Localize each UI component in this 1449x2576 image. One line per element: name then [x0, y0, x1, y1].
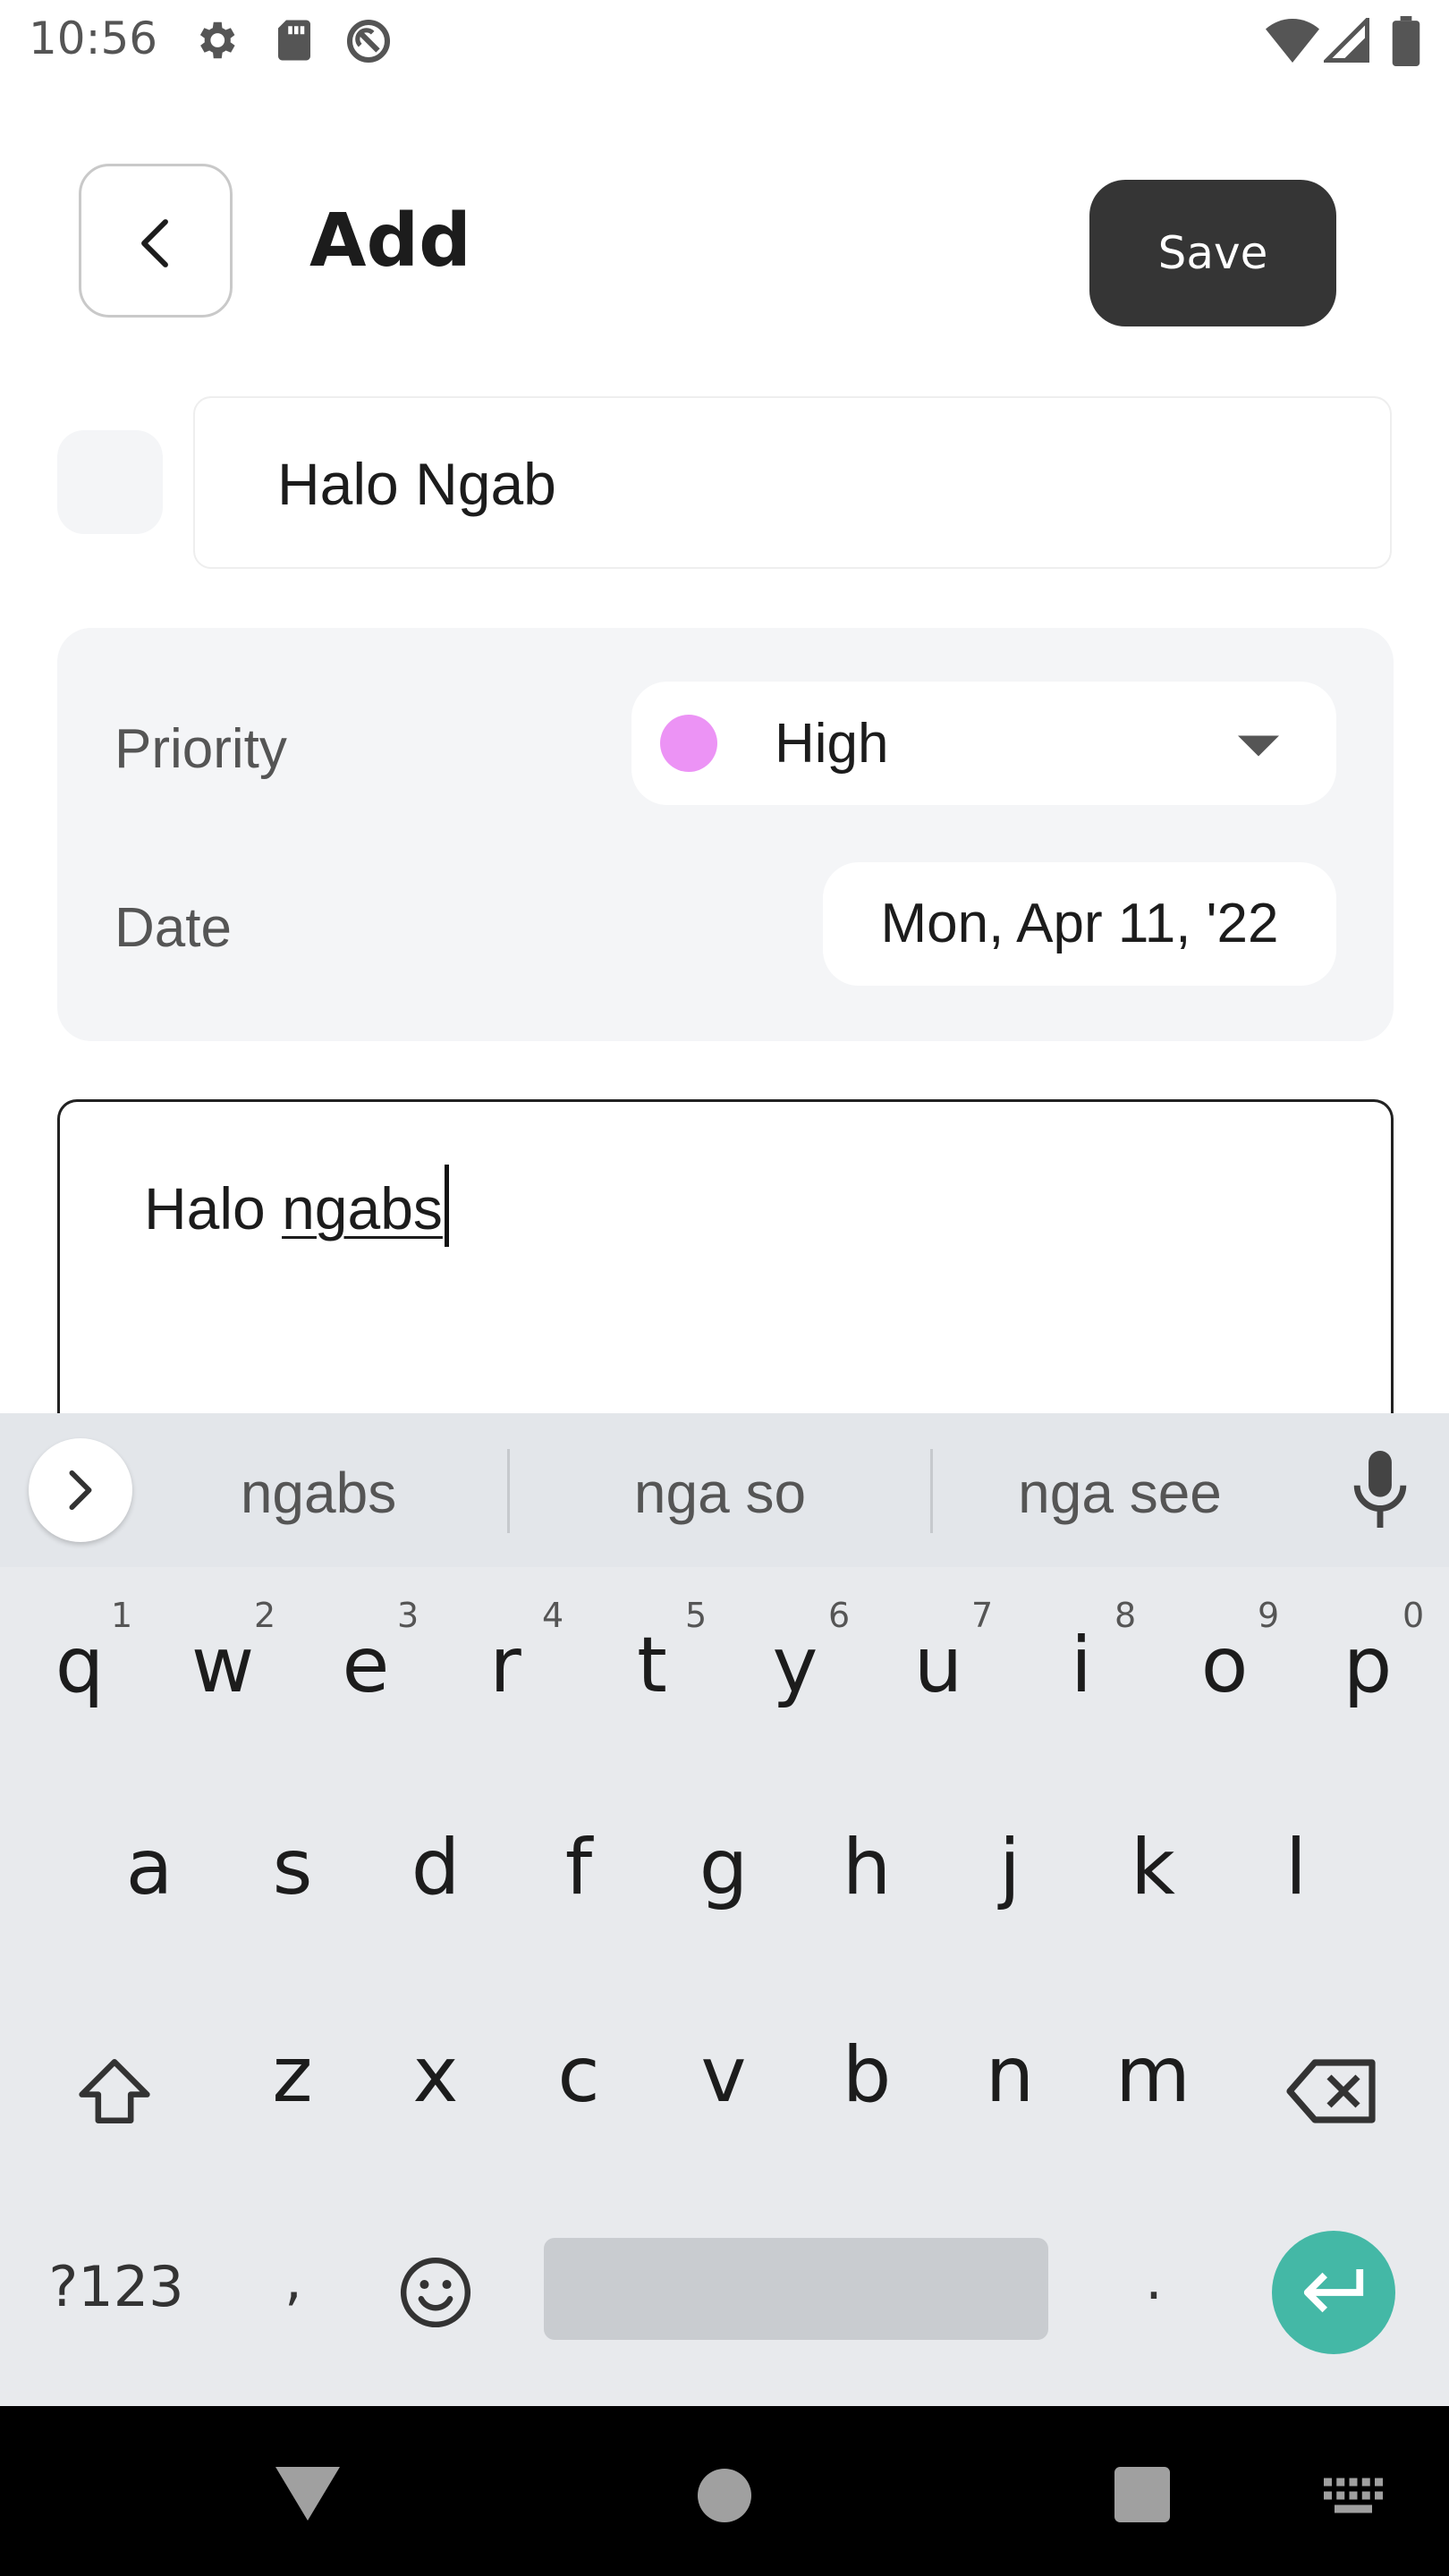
recents-square-icon[interactable]	[1114, 2467, 1170, 2522]
emoji-icon[interactable]	[397, 2254, 474, 2331]
save-button[interactable]: Save	[1089, 180, 1336, 326]
suggestion-bar: ngabs nga so nga see	[0, 1413, 1449, 1567]
key-hint-8: 8	[1114, 1596, 1137, 1635]
dropdown-arrow-icon	[1238, 735, 1279, 757]
key-hint-5: 5	[685, 1596, 708, 1635]
status-time: 10:56	[29, 13, 158, 64]
note-textarea[interactable]: Halo ngabs	[57, 1099, 1394, 1457]
key-hint-7: 7	[971, 1596, 994, 1635]
signal-icon	[1324, 18, 1370, 63]
priority-color-dot	[660, 715, 717, 772]
chevron-left-icon	[141, 219, 168, 267]
sd-card-icon	[272, 16, 317, 64]
key-m[interactable]: m	[1086, 2030, 1220, 2120]
enter-key[interactable]	[1272, 2231, 1395, 2354]
text-cursor	[444, 1165, 449, 1247]
key-hint-9: 9	[1258, 1596, 1280, 1635]
keyboard-switch-icon[interactable]	[1324, 2478, 1383, 2513]
key-b[interactable]: b	[800, 2030, 934, 2120]
key-s[interactable]: s	[225, 1823, 360, 1912]
microphone-icon[interactable]	[1352, 1451, 1408, 1528]
key-hint-4: 4	[542, 1596, 564, 1635]
status-bar: 10:56	[0, 0, 1449, 86]
wifi-icon	[1265, 18, 1320, 63]
key-z[interactable]: z	[225, 2030, 360, 2120]
gear-icon	[191, 16, 240, 64]
suggestion-divider	[507, 1449, 510, 1533]
key-n[interactable]: n	[943, 2030, 1077, 2120]
key-c[interactable]: c	[512, 2030, 646, 2120]
period-key[interactable]: .	[1118, 2247, 1190, 2312]
note-text: Halo ngabs	[144, 1165, 449, 1247]
suggestion-1[interactable]: ngabs	[122, 1460, 515, 1526]
priority-dropdown[interactable]: High	[631, 682, 1336, 805]
date-label: Date	[114, 897, 232, 959]
expand-toolbar-button[interactable]	[29, 1438, 132, 1542]
key-l[interactable]: l	[1229, 1823, 1363, 1912]
key-hint-0: 0	[1402, 1596, 1425, 1635]
home-circle-icon[interactable]	[698, 2469, 751, 2522]
key-hint-1: 1	[111, 1596, 133, 1635]
color-picker-button[interactable]	[57, 430, 163, 534]
suggestion-3[interactable]: nga see	[923, 1460, 1317, 1526]
suggestion-2[interactable]: nga so	[523, 1460, 917, 1526]
key-hint-3: 3	[397, 1596, 419, 1635]
page-title: Add	[309, 199, 471, 284]
key-j[interactable]: j	[943, 1823, 1077, 1912]
backspace-icon[interactable]	[1286, 2054, 1379, 2129]
chevron-right-icon	[69, 1470, 92, 1511]
back-triangle-icon[interactable]	[275, 2465, 340, 2522]
key-f[interactable]: f	[512, 1823, 646, 1912]
do-not-disturb-icon	[343, 16, 394, 66]
key-v[interactable]: v	[657, 2030, 791, 2120]
symbols-key[interactable]: ?123	[36, 2254, 197, 2319]
navigation-bar	[0, 2406, 1449, 2576]
details-card: Priority High Date Mon, Apr 11, '22	[57, 628, 1394, 1041]
note-text-plain: Halo	[144, 1175, 283, 1241]
shift-icon[interactable]	[75, 2055, 154, 2127]
battery-icon	[1392, 16, 1420, 66]
enter-arrow-icon	[1303, 2269, 1364, 2313]
priority-label: Priority	[114, 718, 287, 780]
note-text-composing: ngabs	[282, 1175, 443, 1241]
key-x[interactable]: x	[369, 2030, 503, 2120]
key-a[interactable]: a	[82, 1823, 216, 1912]
priority-value: High	[775, 713, 889, 775]
key-h[interactable]: h	[800, 1823, 934, 1912]
soft-keyboard: ngabs nga so nga see q w e r t y u i o p…	[0, 1413, 1449, 2406]
back-button[interactable]	[79, 164, 233, 318]
key-hint-6: 6	[828, 1596, 851, 1635]
key-k[interactable]: k	[1086, 1823, 1220, 1912]
task-title-value: Halo Ngab	[277, 451, 556, 517]
key-hint-2: 2	[254, 1596, 276, 1635]
key-g[interactable]: g	[657, 1823, 791, 1912]
space-key[interactable]	[544, 2238, 1048, 2340]
task-title-field[interactable]: Halo Ngab	[193, 396, 1392, 569]
date-picker-button[interactable]: Mon, Apr 11, '22	[823, 862, 1336, 986]
comma-key[interactable]: ,	[258, 2247, 329, 2312]
key-d[interactable]: d	[369, 1823, 503, 1912]
